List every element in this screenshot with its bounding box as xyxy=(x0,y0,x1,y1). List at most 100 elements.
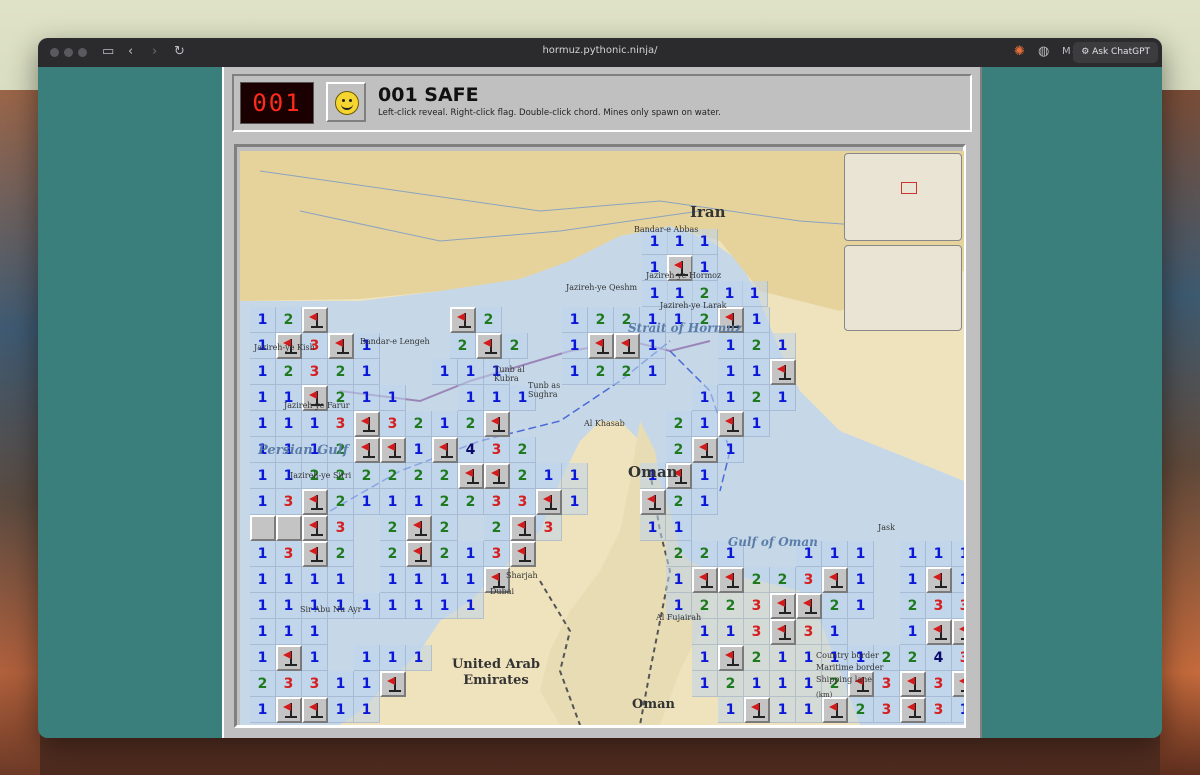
revealed-number-cell[interactable]: 1 xyxy=(692,411,718,437)
revealed-number-cell[interactable]: 1 xyxy=(562,489,588,515)
revealed-number-cell[interactable]: 1 xyxy=(744,307,770,333)
revealed-number-cell[interactable]: 2 xyxy=(406,463,432,489)
revealed-number-cell[interactable]: 1 xyxy=(848,593,874,619)
revealed-number-cell[interactable]: 1 xyxy=(380,645,406,671)
revealed-number-cell[interactable]: 2 xyxy=(666,541,692,567)
revealed-number-cell[interactable]: 1 xyxy=(536,463,562,489)
revealed-number-cell[interactable]: 1 xyxy=(354,385,380,411)
revealed-number-cell[interactable]: 2 xyxy=(432,489,458,515)
revealed-number-cell[interactable]: 3 xyxy=(276,541,302,567)
revealed-number-cell[interactable]: 1 xyxy=(250,645,276,671)
revealed-number-cell[interactable]: 2 xyxy=(510,437,536,463)
revealed-number-cell[interactable]: 1 xyxy=(562,307,588,333)
revealed-number-cell[interactable]: 1 xyxy=(718,333,744,359)
revealed-number-cell[interactable]: 3 xyxy=(510,489,536,515)
revealed-number-cell[interactable]: 3 xyxy=(302,359,328,385)
revealed-number-cell[interactable]: 2 xyxy=(328,489,354,515)
revealed-number-cell[interactable]: 2 xyxy=(380,541,406,567)
revealed-number-cell[interactable]: 2 xyxy=(666,411,692,437)
flagged-cell[interactable] xyxy=(588,333,614,359)
revealed-number-cell[interactable]: 1 xyxy=(380,593,406,619)
revealed-number-cell[interactable]: 1 xyxy=(692,463,718,489)
revealed-number-cell[interactable]: 1 xyxy=(718,619,744,645)
revealed-number-cell[interactable]: 1 xyxy=(770,385,796,411)
unrevealed-cell[interactable] xyxy=(250,515,276,541)
revealed-number-cell[interactable]: 1 xyxy=(406,489,432,515)
revealed-number-cell[interactable]: 1 xyxy=(354,359,380,385)
close-window-button[interactable] xyxy=(50,48,59,57)
revealed-number-cell[interactable]: 1 xyxy=(900,619,926,645)
flagged-cell[interactable] xyxy=(484,411,510,437)
flagged-cell[interactable] xyxy=(354,437,380,463)
revealed-number-cell[interactable]: 1 xyxy=(250,463,276,489)
flagged-cell[interactable] xyxy=(302,697,328,723)
revealed-number-cell[interactable]: 3 xyxy=(276,489,302,515)
revealed-number-cell[interactable]: 3 xyxy=(380,411,406,437)
revealed-number-cell[interactable]: 1 xyxy=(770,333,796,359)
revealed-number-cell[interactable]: 3 xyxy=(484,489,510,515)
revealed-number-cell[interactable]: 2 xyxy=(450,333,476,359)
revealed-number-cell[interactable]: 1 xyxy=(380,567,406,593)
flagged-cell[interactable] xyxy=(302,515,328,541)
revealed-number-cell[interactable]: 2 xyxy=(432,541,458,567)
revealed-number-cell[interactable]: 1 xyxy=(822,619,848,645)
flagged-cell[interactable] xyxy=(718,567,744,593)
flagged-cell[interactable] xyxy=(926,619,952,645)
revealed-number-cell[interactable]: 1 xyxy=(250,567,276,593)
flagged-cell[interactable] xyxy=(380,671,406,697)
revealed-number-cell[interactable]: 3 xyxy=(302,671,328,697)
revealed-number-cell[interactable]: 1 xyxy=(692,385,718,411)
unrevealed-cell[interactable] xyxy=(276,515,302,541)
revealed-number-cell[interactable]: 1 xyxy=(302,567,328,593)
extension-db-icon[interactable]: ◍ xyxy=(1038,44,1049,60)
revealed-number-cell[interactable]: 1 xyxy=(458,359,484,385)
revealed-number-cell[interactable]: 2 xyxy=(484,515,510,541)
sidebar-toggle-icon[interactable]: ▭ xyxy=(102,44,114,60)
revealed-number-cell[interactable]: 2 xyxy=(744,333,770,359)
revealed-number-cell[interactable]: 2 xyxy=(848,697,874,723)
revealed-number-cell[interactable]: 3 xyxy=(926,593,952,619)
revealed-number-cell[interactable]: 2 xyxy=(900,593,926,619)
revealed-number-cell[interactable]: 1 xyxy=(742,281,768,307)
flagged-cell[interactable] xyxy=(380,437,406,463)
revealed-number-cell[interactable]: 1 xyxy=(692,645,718,671)
flagged-cell[interactable] xyxy=(450,307,476,333)
flagged-cell[interactable] xyxy=(458,463,484,489)
flagged-cell[interactable] xyxy=(900,671,926,697)
revealed-number-cell[interactable]: 3 xyxy=(926,697,952,723)
back-arrow-icon[interactable]: ‹ xyxy=(128,44,133,60)
revealed-number-cell[interactable]: 1 xyxy=(432,567,458,593)
revealed-number-cell[interactable]: 2 xyxy=(380,515,406,541)
revealed-number-cell[interactable]: 1 xyxy=(432,593,458,619)
revealed-number-cell[interactable]: 1 xyxy=(926,541,952,567)
ask-chatgpt-button[interactable]: ⚙ Ask ChatGPT xyxy=(1073,42,1158,63)
flagged-cell[interactable] xyxy=(770,619,796,645)
revealed-number-cell[interactable]: 1 xyxy=(276,567,302,593)
flagged-cell[interactable] xyxy=(536,489,562,515)
flagged-cell[interactable] xyxy=(406,541,432,567)
flagged-cell[interactable] xyxy=(432,437,458,463)
revealed-number-cell[interactable]: 1 xyxy=(718,697,744,723)
revealed-number-cell[interactable]: 1 xyxy=(406,567,432,593)
revealed-number-cell[interactable]: 2 xyxy=(276,307,302,333)
revealed-number-cell[interactable]: 3 xyxy=(328,515,354,541)
revealed-number-cell[interactable]: 1 xyxy=(276,619,302,645)
revealed-number-cell[interactable]: 1 xyxy=(250,697,276,723)
revealed-number-cell[interactable]: 1 xyxy=(458,567,484,593)
revealed-number-cell[interactable]: 1 xyxy=(458,593,484,619)
flagged-cell[interactable] xyxy=(952,619,964,645)
revealed-number-cell[interactable]: 1 xyxy=(718,385,744,411)
revealed-number-cell[interactable]: 1 xyxy=(770,697,796,723)
revealed-number-cell[interactable]: 1 xyxy=(328,671,354,697)
revealed-number-cell[interactable]: 1 xyxy=(744,359,770,385)
revealed-number-cell[interactable]: 1 xyxy=(276,593,302,619)
flagged-cell[interactable] xyxy=(796,593,822,619)
revealed-number-cell[interactable]: 1 xyxy=(354,489,380,515)
revealed-number-cell[interactable]: 1 xyxy=(562,333,588,359)
reload-icon[interactable]: ↻ xyxy=(174,44,185,60)
flagged-cell[interactable] xyxy=(640,489,666,515)
revealed-number-cell[interactable]: 1 xyxy=(952,541,964,567)
revealed-number-cell[interactable]: 1 xyxy=(770,645,796,671)
flagged-cell[interactable] xyxy=(328,333,354,359)
revealed-number-cell[interactable]: 2 xyxy=(328,359,354,385)
